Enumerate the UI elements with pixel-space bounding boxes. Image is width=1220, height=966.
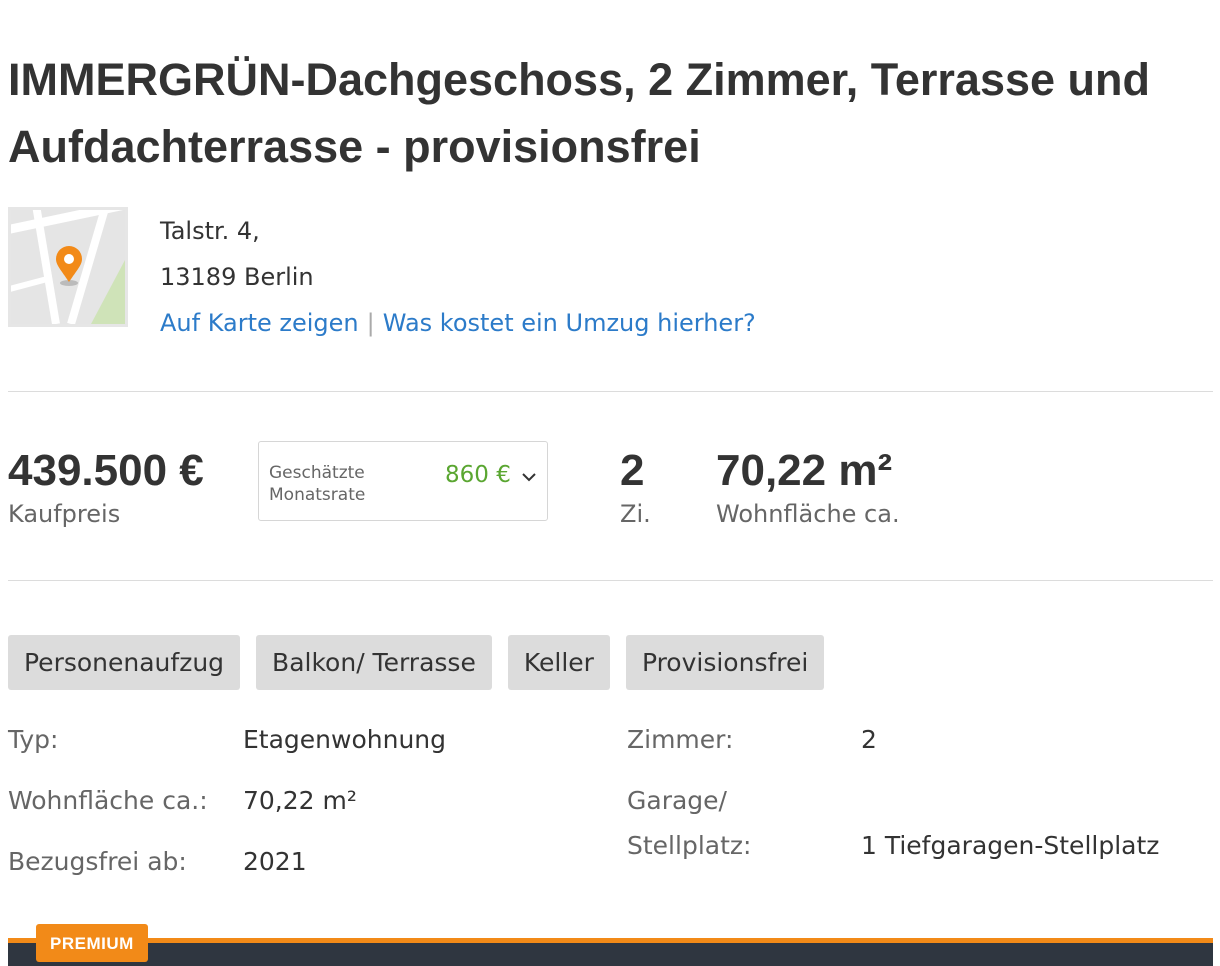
show-on-map-link[interactable]: Auf Karte zeigen (160, 309, 359, 337)
detail-garage-value: 1 Tiefgaragen-Stellplatz (861, 831, 1160, 860)
expose-page: IMMERGRÜN-Dachgeschoss, 2 Zimmer, Terras… (0, 0, 1220, 966)
tag-keller: Keller (507, 635, 610, 690)
monthly-rate-dropdown[interactable]: Geschätzte Monatsrate 860 € (258, 441, 548, 521)
detail-typ-label: Typ: (8, 725, 59, 754)
detail-available-label: Bezugsfrei ab: (8, 847, 187, 876)
rooms-fact: 2 Zi. (620, 445, 651, 531)
price-label: Kaufpreis (8, 500, 121, 528)
monthly-rate-label: Geschätzte Monatsrate (269, 463, 366, 505)
page-title: IMMERGRÜN-Dachgeschoss, 2 Zimmer, Terras… (8, 54, 1150, 172)
monthly-rate-value: 860 € (445, 462, 511, 488)
detail-typ-value: Etagenwohnung (243, 725, 447, 754)
address-links: Auf Karte zeigen | Was kostet ein Umzug hi… (160, 300, 756, 346)
detail-available-value: 2021 (243, 847, 307, 876)
map-thumbnail[interactable] (8, 207, 128, 327)
moving-cost-link[interactable]: Was kostet ein Umzug hierher? (383, 309, 756, 337)
area-label: Wohnfläche ca. (716, 500, 900, 528)
premium-section-bar (8, 938, 1213, 966)
price-fact: 439.500 € Kaufpreis (8, 445, 204, 531)
area-fact: 70,22 m² Wohnfläche ca. (716, 445, 900, 531)
divider-top (8, 391, 1213, 392)
address-city: 13189 Berlin (160, 263, 314, 291)
premium-badge: PREMIUM (36, 924, 148, 962)
tag-balkon-terrasse: Balkon/ Terrasse (256, 635, 492, 690)
link-separator: | (366, 309, 375, 337)
area-value: 70,22 m² (716, 446, 893, 495)
detail-rooms-label: Zimmer: (627, 725, 734, 754)
detail-rooms-value: 2 (861, 725, 877, 754)
detail-garage-label-line1: Garage/ (627, 786, 727, 815)
chevron-down-icon (522, 473, 536, 482)
detail-garage-label-line2: Stellplatz: (627, 831, 752, 860)
breadcrumb-cut (8, 0, 308, 2)
map-thumbnail-graphic (11, 210, 125, 324)
detail-area-label: Wohnfläche ca.: (8, 786, 208, 815)
feature-tags: Personenaufzug Balkon/ Terrasse Keller P… (8, 635, 825, 690)
address-street: Talstr. 4, (160, 217, 260, 245)
price-value: 439.500 € (8, 446, 204, 495)
tag-personenaufzug: Personenaufzug (8, 635, 241, 690)
rooms-value: 2 (620, 446, 645, 495)
tag-provisionsfrei: Provisionsfrei (625, 635, 825, 690)
divider-middle (8, 580, 1213, 581)
rooms-label: Zi. (620, 500, 651, 528)
detail-area-value: 70,22 m² (243, 786, 357, 815)
address-block: Talstr. 4, 13189 Berlin Auf Karte zeigen… (160, 208, 756, 346)
